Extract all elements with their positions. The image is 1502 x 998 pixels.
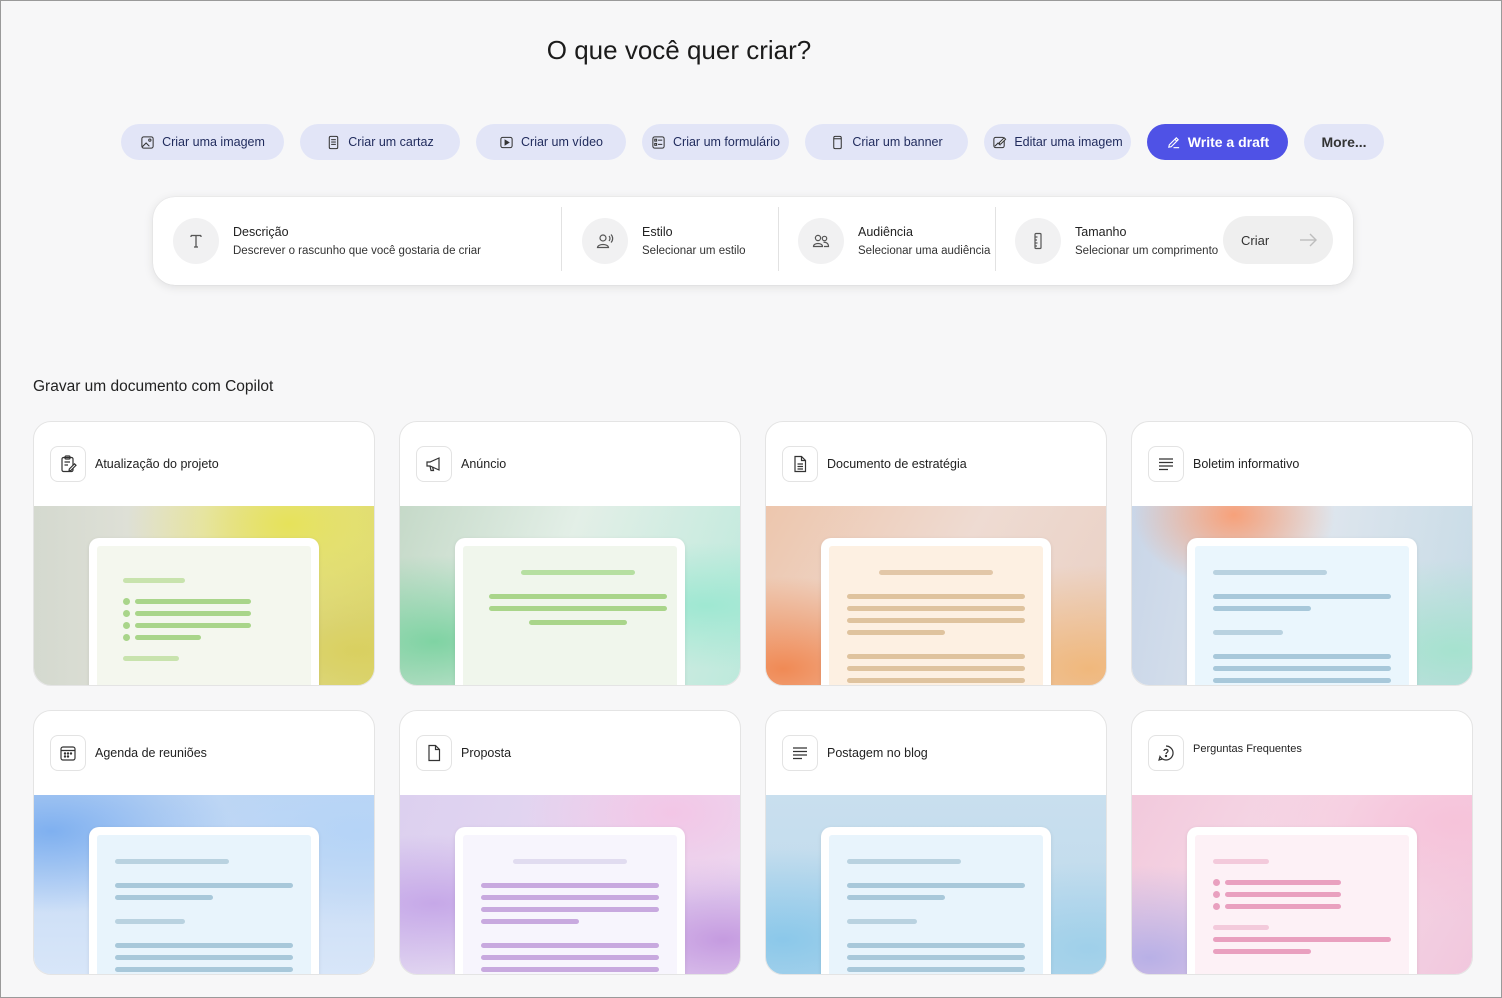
chat-question-icon <box>1158 745 1174 761</box>
text-align-icon <box>1159 458 1173 471</box>
banner-icon <box>833 135 843 149</box>
chip-create-video[interactable]: Criar um vídeo <box>476 124 626 160</box>
image-icon <box>141 135 154 149</box>
card-icon-box <box>416 446 452 482</box>
card-preview <box>1132 795 1472 974</box>
size-field[interactable]: Tamanho Selecionar um comprimento <box>1015 197 1220 285</box>
chip-label: Criar um vídeo <box>521 135 603 149</box>
divider <box>995 207 996 271</box>
audience-field[interactable]: Audiência Selecionar uma audiência <box>798 197 991 285</box>
chip-label: Criar um banner <box>852 135 943 149</box>
section-title: Gravar um documento com Copilot <box>33 378 274 395</box>
chip-label: Write a draft <box>1187 134 1270 150</box>
edit-image-icon <box>993 136 1007 148</box>
card-icon-box <box>1148 735 1184 771</box>
audience-label: Audiência <box>858 225 913 239</box>
chip-edit-image[interactable]: Editar uma imagem <box>984 124 1131 160</box>
style-icon-circle <box>582 218 628 264</box>
card-preview <box>34 506 374 685</box>
card-preview <box>400 506 740 685</box>
card-label: Perguntas Frequentes <box>1193 743 1302 755</box>
card-announcement[interactable]: Anúncio <box>399 421 741 686</box>
style-label: Estilo <box>642 225 673 239</box>
page-title: O que você quer criar? <box>546 35 812 65</box>
card-label: Documento de estratégia <box>827 457 967 471</box>
chip-create-form[interactable]: Criar um formulário <box>642 124 789 160</box>
card-meeting-agenda[interactable]: Agenda de reuniões <box>33 710 375 975</box>
card-label: Postagem no blog <box>827 746 928 760</box>
description-icon-circle <box>173 218 219 264</box>
calendar-icon <box>60 746 76 761</box>
megaphone-icon <box>426 457 440 472</box>
card-preview <box>34 795 374 974</box>
chip-label: Criar um cartaz <box>348 135 434 149</box>
text-align-icon <box>793 747 807 760</box>
card-icon-box <box>1148 446 1184 482</box>
size-icon-circle <box>1015 218 1061 264</box>
size-label: Tamanho <box>1075 225 1127 239</box>
description-label: Descrição <box>233 225 289 239</box>
chip-write-draft[interactable]: Write a draft <box>1147 124 1288 160</box>
people-icon <box>812 234 830 248</box>
form-icon <box>652 135 665 149</box>
card-strategy-document[interactable]: Documento de estratégia <box>765 421 1107 686</box>
card-label: Agenda de reuniões <box>95 746 207 760</box>
chip-label: Editar uma imagem <box>1014 135 1123 149</box>
arrow-right-icon <box>1300 233 1317 247</box>
voice-icon <box>596 234 614 249</box>
audience-icon-circle <box>798 218 844 264</box>
card-preview <box>766 795 1106 974</box>
document-text-icon <box>794 455 807 473</box>
card-label: Atualização do projeto <box>95 457 219 471</box>
chip-create-banner[interactable]: Criar um banner <box>805 124 968 160</box>
pen-icon <box>1167 136 1179 148</box>
chip-create-image[interactable]: Criar uma imagem <box>121 124 284 160</box>
text-icon <box>190 234 202 248</box>
card-preview <box>400 795 740 974</box>
size-value: Selecionar um comprimento <box>1075 245 1219 257</box>
video-icon <box>500 136 513 148</box>
description-field[interactable]: Descrição Descrever o rascunho que você … <box>173 197 553 285</box>
divider <box>561 207 562 271</box>
create-button-label: Criar <box>1241 232 1270 248</box>
document-icon <box>428 744 441 762</box>
card-preview <box>1132 506 1472 685</box>
style-value: Selecionar um estilo <box>642 245 746 257</box>
card-faq[interactable]: Perguntas Frequentes <box>1131 710 1473 975</box>
card-icon-box <box>50 735 86 771</box>
poster-icon <box>329 135 339 149</box>
card-project-update[interactable]: Atualização do projeto <box>33 421 375 686</box>
divider <box>778 207 779 271</box>
chip-more[interactable]: More... <box>1304 124 1384 160</box>
chip-label: Criar um formulário <box>673 135 780 149</box>
card-icon-box <box>782 735 818 771</box>
card-icon-box <box>416 735 452 771</box>
create-button[interactable]: Criar <box>1223 216 1333 264</box>
card-proposal[interactable]: Proposta <box>399 710 741 975</box>
chip-label: More... <box>1321 134 1367 150</box>
card-preview <box>766 506 1106 685</box>
description-value: Descrever o rascunho que você gostaria d… <box>233 245 482 257</box>
card-newsletter[interactable]: Boletim informativo <box>1131 421 1473 686</box>
card-label: Anúncio <box>461 457 507 471</box>
ruler-icon <box>1034 232 1042 250</box>
clipboard-edit-icon <box>61 455 77 473</box>
card-blog-post[interactable]: Postagem no blog <box>765 710 1107 975</box>
quick-action-chips: Criar uma imagem Criar um cartaz Criar u… <box>1 124 1502 160</box>
audience-value: Selecionar uma audiência <box>858 245 991 257</box>
chip-label: Criar uma imagem <box>162 135 265 149</box>
card-label: Boletim informativo <box>1193 457 1300 471</box>
card-label: Proposta <box>461 746 512 760</box>
card-icon-box <box>50 446 86 482</box>
prompt-bar: Descrição Descrever o rascunho que você … <box>153 197 1353 285</box>
card-icon-box <box>782 446 818 482</box>
style-field[interactable]: Estilo Selecionar um estilo <box>582 197 772 285</box>
chip-create-poster[interactable]: Criar um cartaz <box>300 124 460 160</box>
